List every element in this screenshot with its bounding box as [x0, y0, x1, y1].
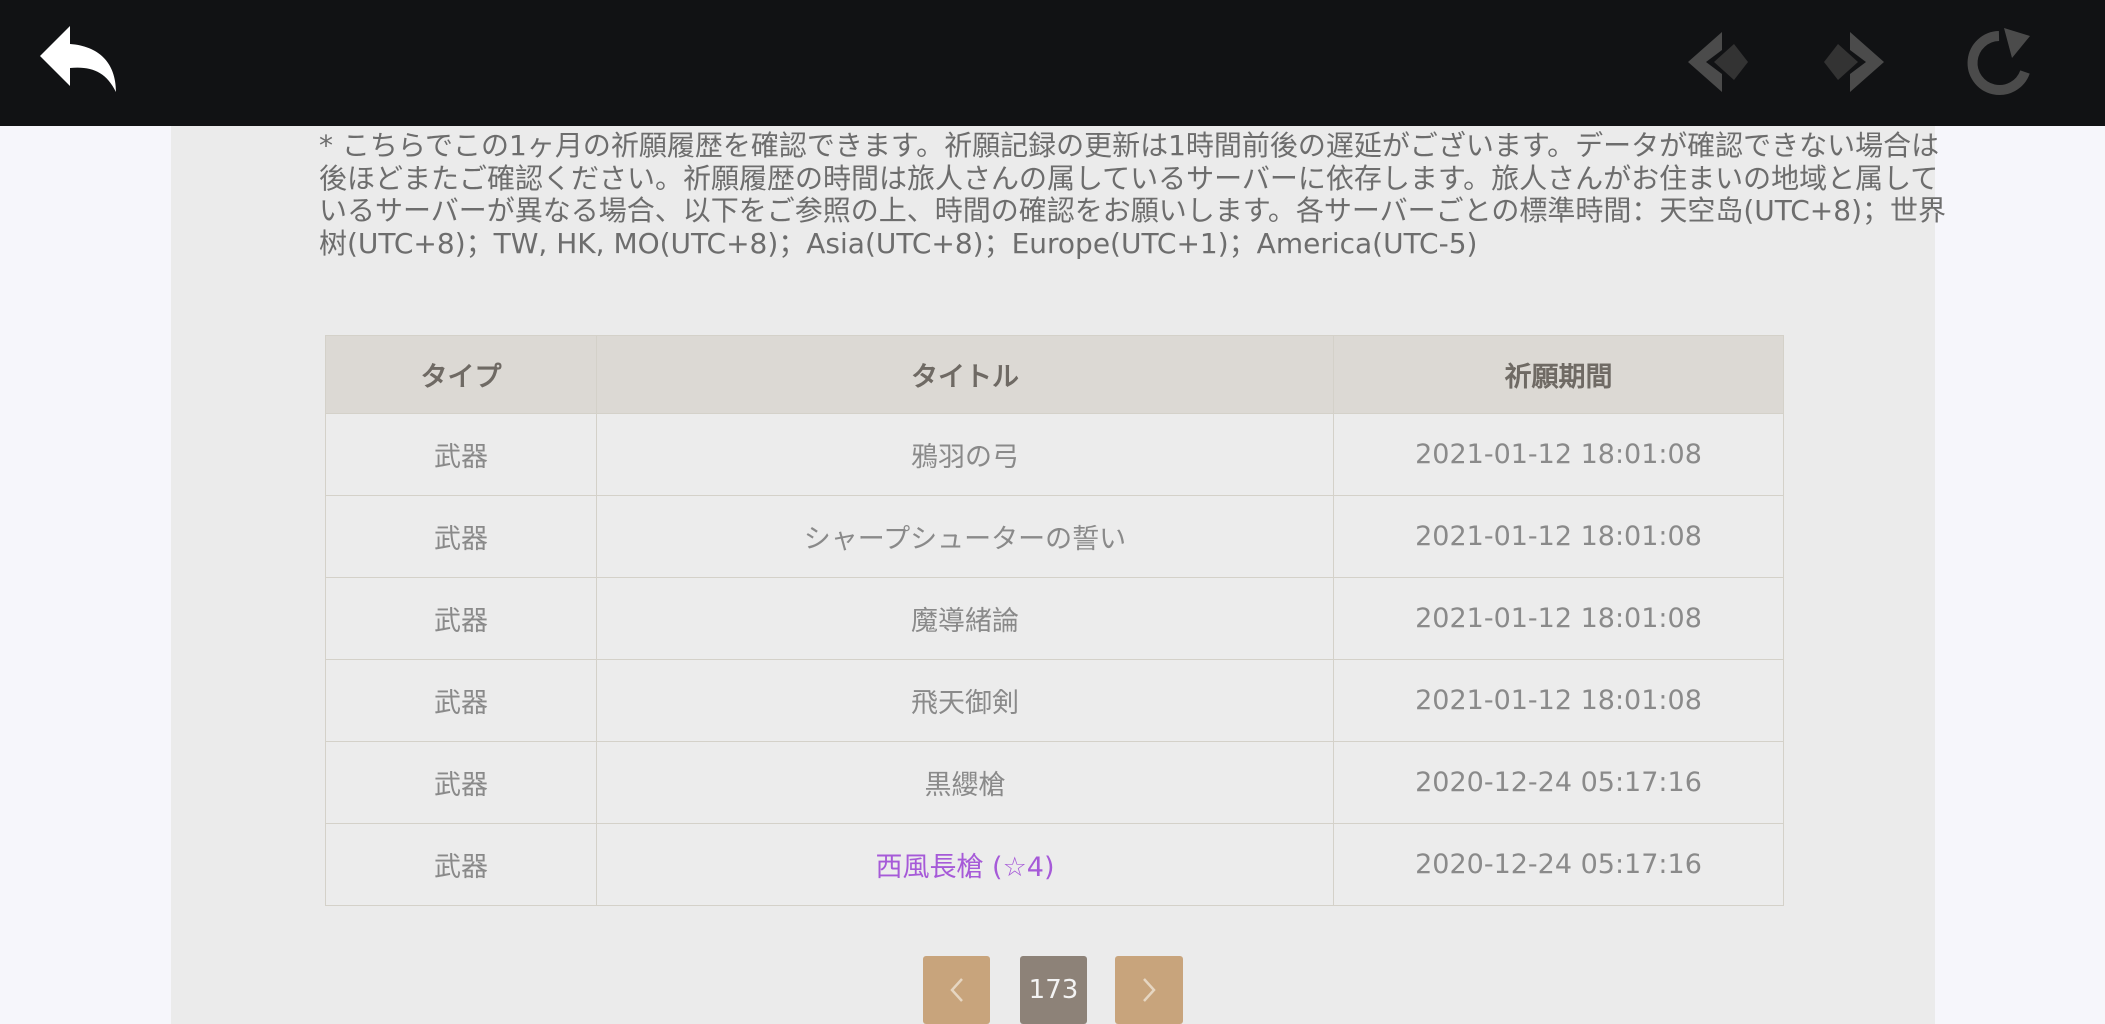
wish-history-panel: * こちらでこの1ヶ月の祈願履歴を確認できます。祈願記録の更新は1時間前後の遅延… — [171, 126, 1946, 1024]
back-arrow-icon[interactable] — [36, 22, 122, 102]
wish-history-table: タイプ タイトル 祈願期間 武器 鴉羽の弓 2021-01-12 18:01:0… — [325, 335, 1784, 906]
reload-icon[interactable] — [1962, 26, 2036, 100]
cell-title: 飛天御剣 — [596, 659, 1334, 742]
cell-type: 武器 — [325, 741, 597, 824]
table-row: 武器 飛天御剣 2021-01-12 18:01:08 — [325, 659, 1784, 742]
cell-time: 2021-01-12 18:01:08 — [1333, 413, 1784, 496]
table-header-row: タイプ タイトル 祈願期間 — [325, 335, 1784, 414]
cell-time: 2021-01-12 18:01:08 — [1333, 577, 1784, 660]
table-row: 武器 シャープシューターの誓い 2021-01-12 18:01:08 — [325, 495, 1784, 578]
chevron-right-icon — [1143, 978, 1156, 1002]
cell-title-rarity4: 西風長槍 (☆4) — [596, 823, 1334, 906]
prev-diamond-icon[interactable] — [1682, 30, 1752, 94]
header-title: タイトル — [596, 335, 1334, 414]
cell-type: 武器 — [325, 823, 597, 906]
cell-type: 武器 — [325, 495, 597, 578]
prev-page-button[interactable] — [923, 956, 990, 1024]
chevron-left-icon — [949, 978, 963, 1002]
top-toolbar — [0, 0, 2105, 126]
cell-type: 武器 — [325, 577, 597, 660]
cell-type: 武器 — [325, 659, 597, 742]
cell-title: 黒纓槍 — [596, 741, 1334, 824]
cell-title: 鴉羽の弓 — [596, 413, 1334, 496]
table-row: 武器 西風長槍 (☆4) 2020-12-24 05:17:16 — [325, 823, 1784, 906]
wish-history-table-wrap: タイプ タイトル 祈願期間 武器 鴉羽の弓 2021-01-12 18:01:0… — [325, 335, 1784, 906]
cell-time: 2021-01-12 18:01:08 — [1333, 659, 1784, 742]
pagination: 173 — [171, 956, 1935, 1024]
table-row: 武器 鴉羽の弓 2021-01-12 18:01:08 — [325, 413, 1784, 496]
next-diamond-icon[interactable] — [1820, 30, 1890, 94]
cell-time: 2020-12-24 05:17:16 — [1333, 741, 1784, 824]
cell-title: シャープシューターの誓い — [596, 495, 1334, 578]
header-time: 祈願期間 — [1333, 335, 1784, 414]
header-type: タイプ — [325, 335, 597, 414]
next-page-button[interactable] — [1115, 956, 1183, 1024]
cell-time: 2021-01-12 18:01:08 — [1333, 495, 1784, 578]
notice-text: * こちらでこの1ヶ月の祈願履歴を確認できます。祈願記録の更新は1時間前後の遅延… — [319, 129, 1946, 260]
cell-type: 武器 — [325, 413, 597, 496]
table-row: 武器 黒纓槍 2020-12-24 05:17:16 — [325, 741, 1784, 824]
table-row: 武器 魔導緒論 2021-01-12 18:01:08 — [325, 577, 1784, 660]
cell-time: 2020-12-24 05:17:16 — [1333, 823, 1784, 906]
cell-title: 魔導緒論 — [596, 577, 1334, 660]
current-page-number: 173 — [1020, 956, 1087, 1024]
